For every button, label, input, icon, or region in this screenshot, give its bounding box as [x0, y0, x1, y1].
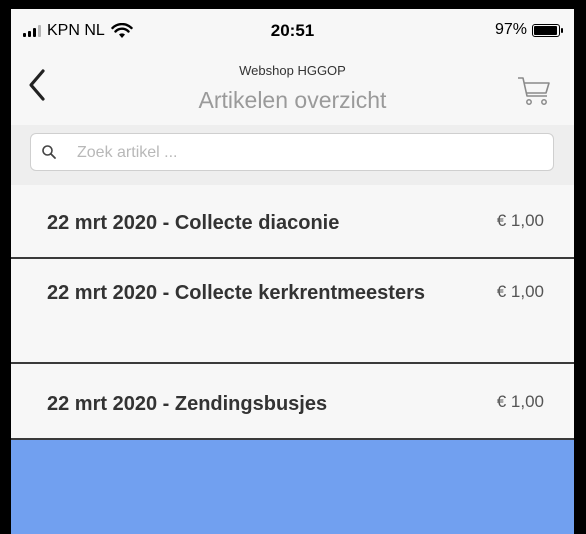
item-price: € 1,00 [496, 392, 544, 411]
battery-icon [532, 23, 563, 37]
list-item[interactable]: 22 mrt 2020 - Collecte diaconie € 1,00 [11, 187, 574, 259]
item-price: € 1,00 [496, 282, 544, 301]
item-name: 22 mrt 2020 - Collecte diaconie [47, 212, 340, 234]
search-icon [42, 145, 56, 159]
status-bar: KPN NL 20:51 97% [11, 9, 574, 45]
item-name: 22 mrt 2020 - Zendingsbusjes [47, 393, 328, 415]
item-name: 22 mrt 2020 - Collecte kerkrentmeesters [47, 282, 425, 304]
phone-screen: KPN NL 20:51 97% Webshop HGGOP Artikelen… [11, 9, 574, 534]
cart-icon[interactable] [516, 75, 552, 109]
list-item[interactable]: 22 mrt 2020 - Collecte kerkrentmeesters … [11, 259, 574, 364]
navigation-bar: Webshop HGGOP Artikelen overzicht [11, 45, 574, 125]
status-right: 97% [494, 21, 563, 39]
list-item[interactable]: 22 mrt 2020 - Zendingsbusjes € 1,00 [11, 364, 574, 440]
search-box[interactable] [30, 133, 554, 171]
battery-percent: 97% [494, 21, 527, 38]
battery-fill [534, 25, 558, 35]
article-list: 22 mrt 2020 - Collecte diaconie € 1,00 2… [11, 187, 574, 440]
nav-subtitle: Webshop HGGOP [239, 63, 346, 78]
page-title: Artikelen overzicht [198, 87, 387, 113]
item-price: € 1,00 [496, 211, 544, 230]
search-input[interactable] [75, 134, 539, 171]
status-time: 20:51 [270, 21, 315, 40]
search-bar-container [11, 125, 574, 185]
blue-footer-bar [11, 440, 574, 534]
